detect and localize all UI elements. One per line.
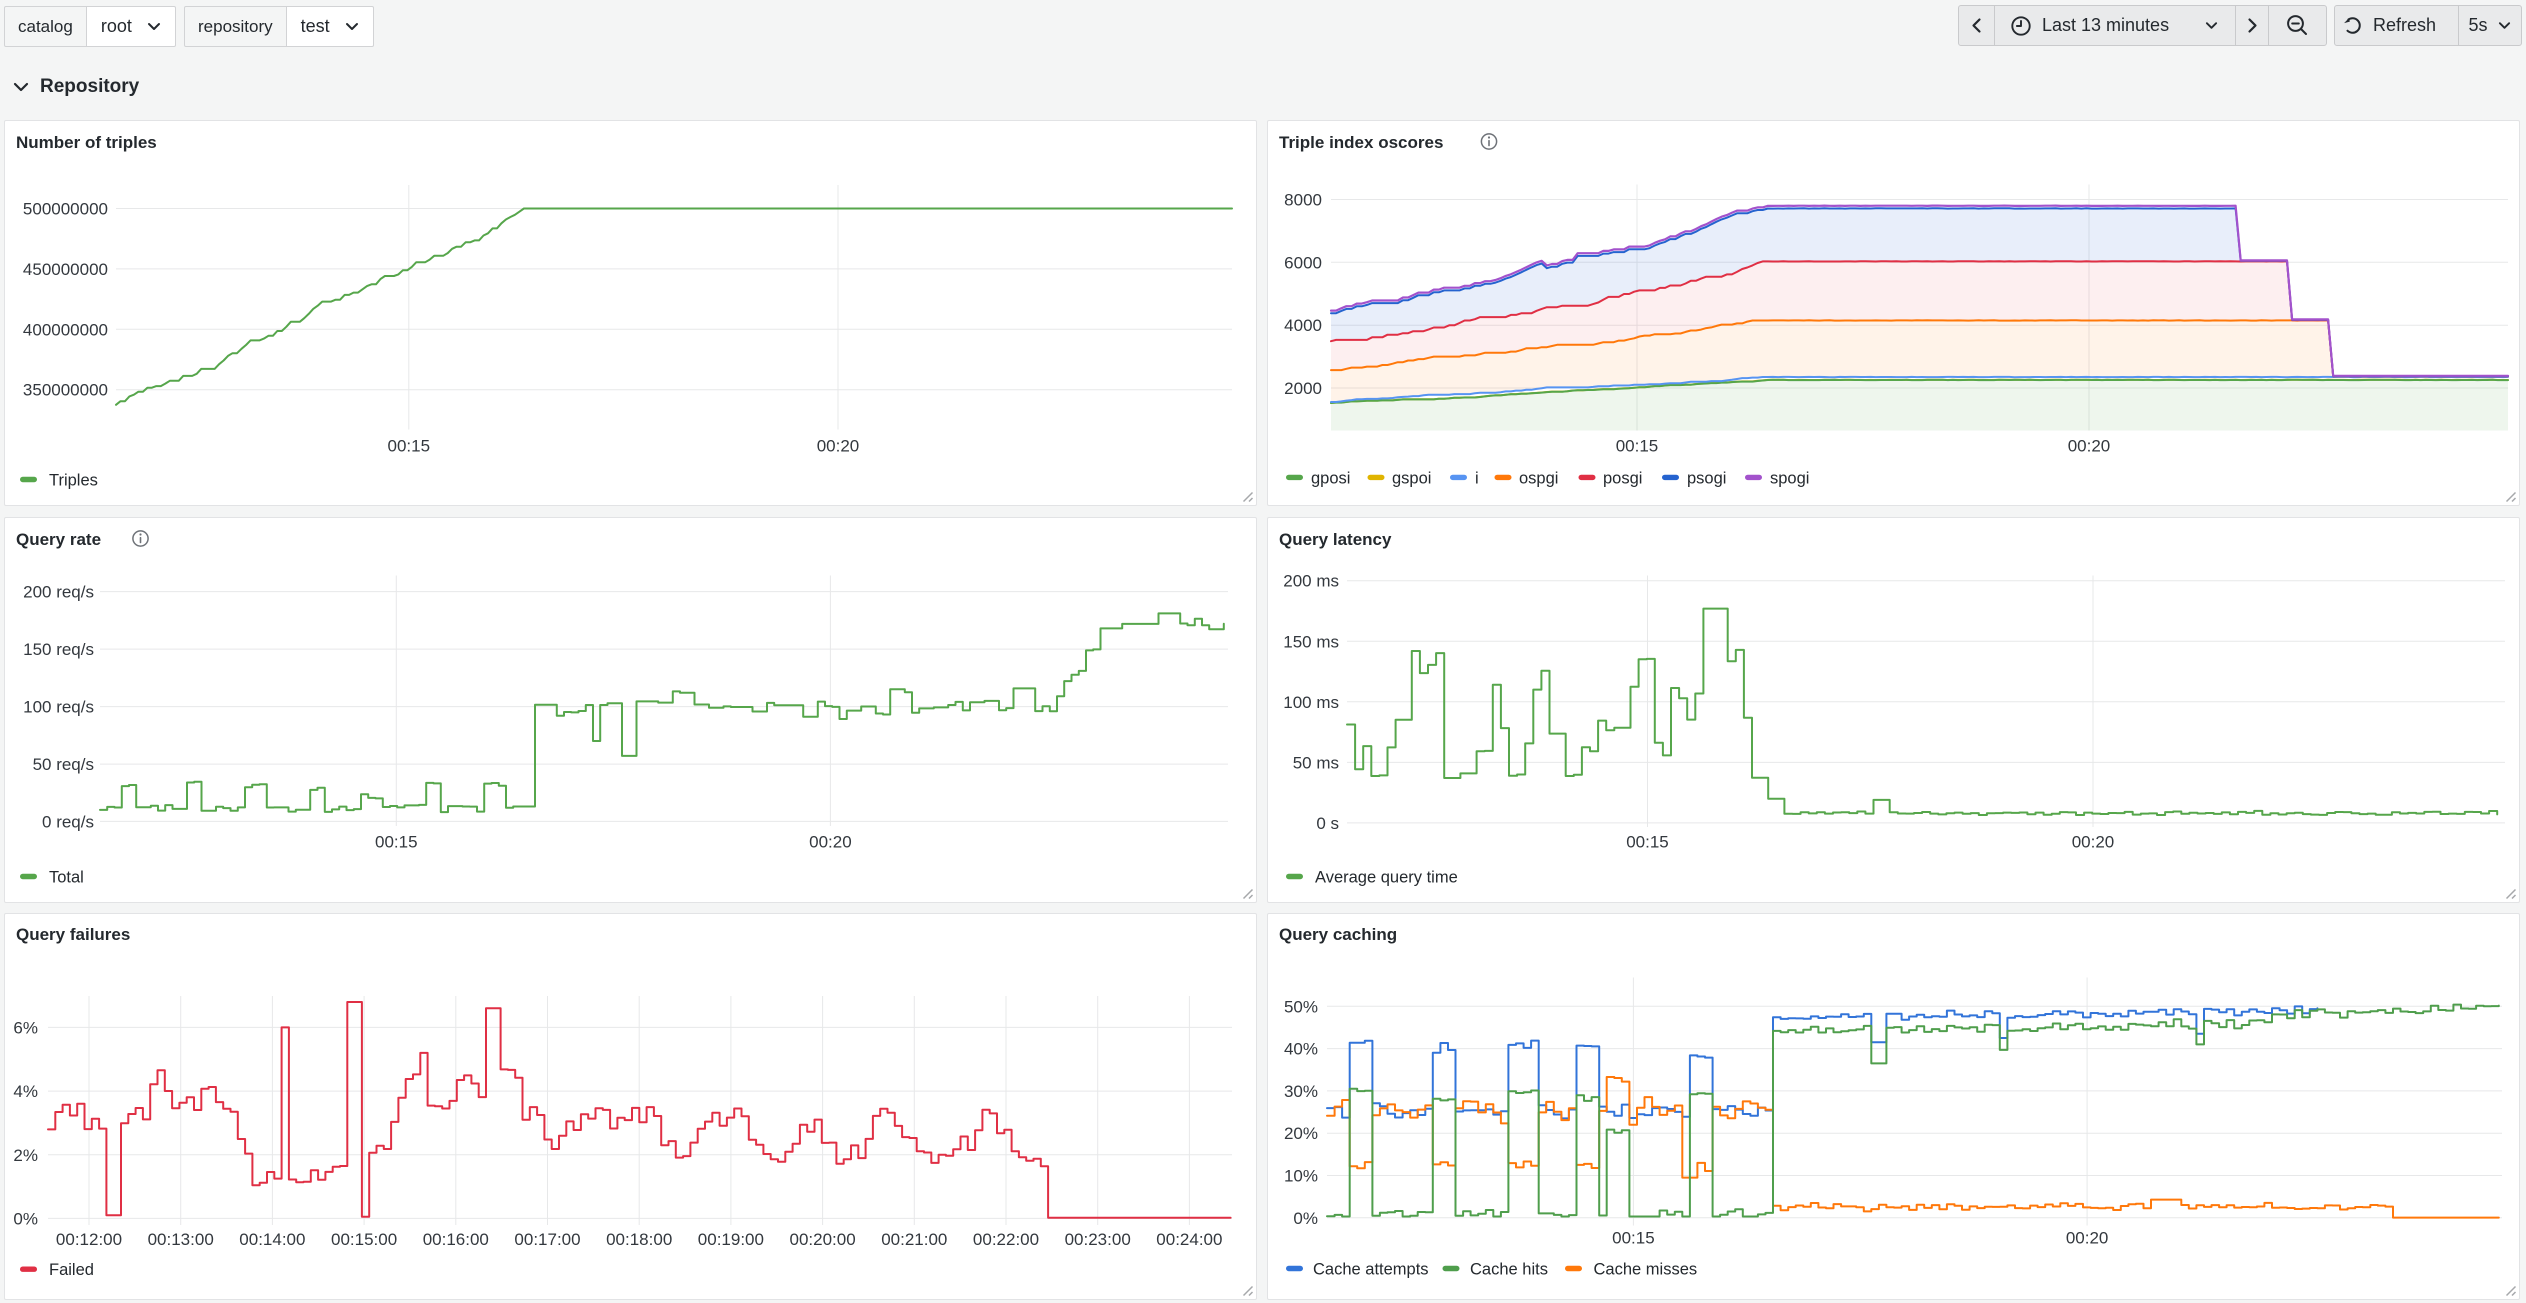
svg-text:450000000: 450000000 <box>23 260 108 279</box>
svg-text:200 req/s: 200 req/s <box>23 583 94 602</box>
svg-text:100 req/s: 100 req/s <box>23 698 94 717</box>
svg-text:4000: 4000 <box>1284 316 1322 335</box>
svg-text:4%: 4% <box>13 1082 38 1101</box>
svg-text:Number of triples: Number of triples <box>16 133 157 152</box>
svg-text:400000000: 400000000 <box>23 320 108 339</box>
svg-text:20%: 20% <box>1284 1124 1318 1143</box>
svg-text:00:24:00: 00:24:00 <box>1156 1230 1222 1249</box>
svg-text:00:12:00: 00:12:00 <box>56 1230 122 1249</box>
svg-text:Failed: Failed <box>49 1261 94 1279</box>
svg-text:50 ms: 50 ms <box>1293 753 1339 772</box>
svg-text:200 ms: 200 ms <box>1283 572 1339 591</box>
svg-text:Query caching: Query caching <box>1279 925 1397 944</box>
svg-text:100 ms: 100 ms <box>1283 693 1339 712</box>
svg-text:00:18:00: 00:18:00 <box>606 1230 672 1249</box>
svg-text:00:13:00: 00:13:00 <box>148 1230 214 1249</box>
svg-text:i: i <box>1475 469 1479 487</box>
svg-text:Cache misses: Cache misses <box>1594 1261 1698 1279</box>
svg-text:0 req/s: 0 req/s <box>42 812 94 831</box>
svg-text:0%: 0% <box>13 1209 38 1228</box>
svg-text:00:15: 00:15 <box>1612 1229 1655 1248</box>
svg-text:40%: 40% <box>1284 1040 1318 1059</box>
svg-text:gspoi: gspoi <box>1392 469 1431 487</box>
svg-text:2%: 2% <box>13 1146 38 1165</box>
svg-text:00:15: 00:15 <box>1616 436 1659 455</box>
svg-text:150 req/s: 150 req/s <box>23 640 94 659</box>
svg-text:psogi: psogi <box>1687 469 1726 487</box>
svg-text:00:15: 00:15 <box>375 833 418 852</box>
svg-text:00:20: 00:20 <box>2066 1229 2109 1248</box>
svg-text:00:20: 00:20 <box>2068 436 2111 455</box>
svg-text:00:17:00: 00:17:00 <box>514 1230 580 1249</box>
svg-text:00:23:00: 00:23:00 <box>1065 1230 1131 1249</box>
svg-text:Query failures: Query failures <box>16 925 130 944</box>
svg-text:8000: 8000 <box>1284 191 1322 210</box>
svg-text:350000000: 350000000 <box>23 381 108 400</box>
svg-text:00:20:00: 00:20:00 <box>790 1230 856 1249</box>
svg-text:00:19:00: 00:19:00 <box>698 1230 764 1249</box>
svg-text:00:20: 00:20 <box>2072 833 2115 852</box>
svg-text:150 ms: 150 ms <box>1283 632 1339 651</box>
svg-text:00:21:00: 00:21:00 <box>881 1230 947 1249</box>
svg-text:ospgi: ospgi <box>1519 469 1558 487</box>
svg-text:0 s: 0 s <box>1316 814 1339 833</box>
svg-text:0%: 0% <box>1293 1209 1318 1228</box>
svg-text:10%: 10% <box>1284 1167 1318 1186</box>
svg-text:Query rate: Query rate <box>16 530 101 549</box>
svg-text:00:15: 00:15 <box>1626 833 1669 852</box>
svg-text:Triple index oscores: Triple index oscores <box>1279 133 1443 152</box>
svg-text:gposi: gposi <box>1311 469 1350 487</box>
svg-text:00:20: 00:20 <box>809 833 852 852</box>
svg-text:Total: Total <box>49 869 84 887</box>
svg-text:50%: 50% <box>1284 997 1318 1016</box>
svg-text:00:16:00: 00:16:00 <box>423 1230 489 1249</box>
svg-text:00:22:00: 00:22:00 <box>973 1230 1039 1249</box>
svg-text:2000: 2000 <box>1284 379 1322 398</box>
svg-text:Average query time: Average query time <box>1315 869 1458 887</box>
svg-text:6%: 6% <box>13 1018 38 1037</box>
svg-text:00:14:00: 00:14:00 <box>239 1230 305 1249</box>
svg-text:00:20: 00:20 <box>817 436 860 455</box>
svg-text:Triples: Triples <box>49 472 98 490</box>
svg-text:Query latency: Query latency <box>1279 530 1392 549</box>
svg-text:00:15: 00:15 <box>388 436 431 455</box>
svg-text:50 req/s: 50 req/s <box>33 755 94 774</box>
svg-text:posgi: posgi <box>1603 469 1642 487</box>
svg-text:30%: 30% <box>1284 1082 1318 1101</box>
svg-text:6000: 6000 <box>1284 253 1322 272</box>
svg-text:Cache hits: Cache hits <box>1470 1261 1548 1279</box>
svg-text:Cache attempts: Cache attempts <box>1313 1261 1429 1279</box>
svg-text:spogi: spogi <box>1770 469 1809 487</box>
svg-text:00:15:00: 00:15:00 <box>331 1230 397 1249</box>
svg-text:500000000: 500000000 <box>23 200 108 219</box>
